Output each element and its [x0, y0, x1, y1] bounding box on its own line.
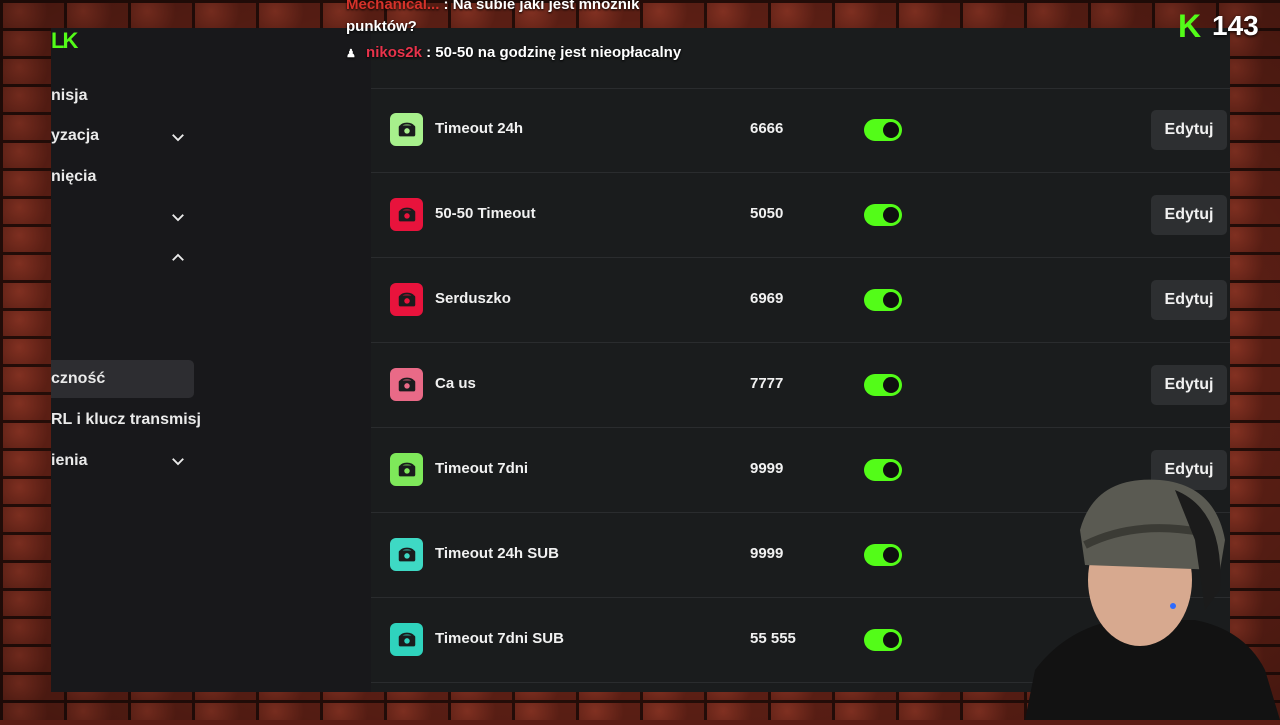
- sidebar-item-label: nisja: [51, 87, 88, 104]
- reward-row: Ca us 7777 Edytuj: [371, 343, 1230, 428]
- reward-row: Serduszko 6969 Edytuj: [371, 258, 1230, 343]
- sidebar-item-label: ienia: [51, 452, 88, 469]
- timeout-phone-icon: [390, 368, 423, 401]
- reward-name: Timeout 7dni: [435, 460, 529, 477]
- chat-overlay: Mechanical... : Na subie jaki jest mnożn…: [346, 0, 766, 65]
- reward-toggle[interactable]: [864, 544, 902, 566]
- sidebar-item-niecia[interactable]: nięcia: [51, 158, 194, 196]
- chat-message-cont: punktów?: [346, 18, 417, 35]
- reward-toggle[interactable]: [864, 289, 902, 311]
- sidebar: LK nisja yzacja nięcia czność RL i klucz…: [51, 28, 371, 692]
- chat-message: Mechanical... : Na subie jaki jest mnożn…: [346, 0, 766, 16]
- reward-cost: 6969: [750, 290, 784, 307]
- reward-cost: 7777: [750, 375, 784, 392]
- viewer-count: 143: [1212, 10, 1259, 41]
- reward-cost: 55 555: [750, 630, 796, 647]
- reward-name: Timeout 24h: [435, 120, 524, 137]
- chevron-down-icon[interactable]: [169, 208, 187, 226]
- reward-toggle[interactable]: [864, 119, 902, 141]
- reward-name: Ca us: [435, 375, 476, 392]
- sidebar-item-label: czność: [51, 370, 106, 387]
- edit-button[interactable]: Edytuj: [1151, 280, 1227, 320]
- chevron-down-icon[interactable]: [169, 128, 187, 146]
- timeout-phone-icon: [390, 283, 423, 316]
- reward-toggle[interactable]: [864, 204, 902, 226]
- reward-cost: 9999: [750, 545, 784, 562]
- chat-text: : 50-50 na godzinę jest nieopłacalny: [426, 44, 682, 61]
- chat-text: : Na subie jaki jest mnożnik: [443, 0, 640, 13]
- viewer-counter: K 143: [1178, 10, 1259, 42]
- sidebar-item-misja[interactable]: nisja: [51, 77, 194, 115]
- reward-name: 50-50 Timeout: [435, 205, 536, 222]
- edit-button[interactable]: Edytuj: [1151, 195, 1227, 235]
- timeout-phone-icon: [390, 453, 423, 486]
- timeout-phone-icon: [390, 623, 423, 656]
- chevron-up-icon[interactable]: [169, 249, 187, 267]
- edit-button[interactable]: Edytuj: [1151, 110, 1227, 150]
- kick-logo-icon: K: [1178, 8, 1202, 44]
- reward-row: 50-50 Timeout 5050 Edytuj: [371, 173, 1230, 258]
- reward-toggle[interactable]: [864, 629, 902, 651]
- sidebar-item-label: RL i klucz transmisj: [51, 411, 201, 428]
- sidebar-item-lacznosc[interactable]: czność: [51, 360, 194, 398]
- badge-icon: ♟: [346, 48, 356, 60]
- sidebar-item-url-klucz[interactable]: RL i klucz transmisj: [51, 401, 211, 439]
- timeout-phone-icon: [390, 113, 423, 146]
- timeout-phone-icon: [390, 198, 423, 231]
- reward-name: Serduszko: [435, 290, 511, 307]
- reward-cost: 6666: [750, 120, 784, 137]
- chat-username: Mechanical...: [346, 0, 440, 13]
- reward-row: Timeout 24h 6666 Edytuj: [371, 88, 1230, 173]
- sidebar-item-label: yzacja: [51, 127, 100, 144]
- sidebar-item-label: nięcia: [51, 168, 97, 185]
- chat-username: nikos2k: [366, 44, 422, 61]
- reward-name: Timeout 7dni SUB: [435, 630, 564, 647]
- streamer-webcam: [1025, 470, 1280, 720]
- reward-cost: 5050: [750, 205, 784, 222]
- reward-toggle[interactable]: [864, 459, 902, 481]
- reward-cost: 9999: [750, 460, 784, 477]
- chevron-down-icon[interactable]: [169, 452, 187, 470]
- reward-toggle[interactable]: [864, 374, 902, 396]
- chat-message: ♟ nikos2k : 50-50 na godzinę jest nieopł…: [346, 42, 766, 65]
- timeout-phone-icon: [390, 538, 423, 571]
- edit-button[interactable]: Edytuj: [1151, 365, 1227, 405]
- kick-logo-icon: LK: [51, 28, 78, 53]
- reward-name: Timeout 24h SUB: [435, 545, 559, 562]
